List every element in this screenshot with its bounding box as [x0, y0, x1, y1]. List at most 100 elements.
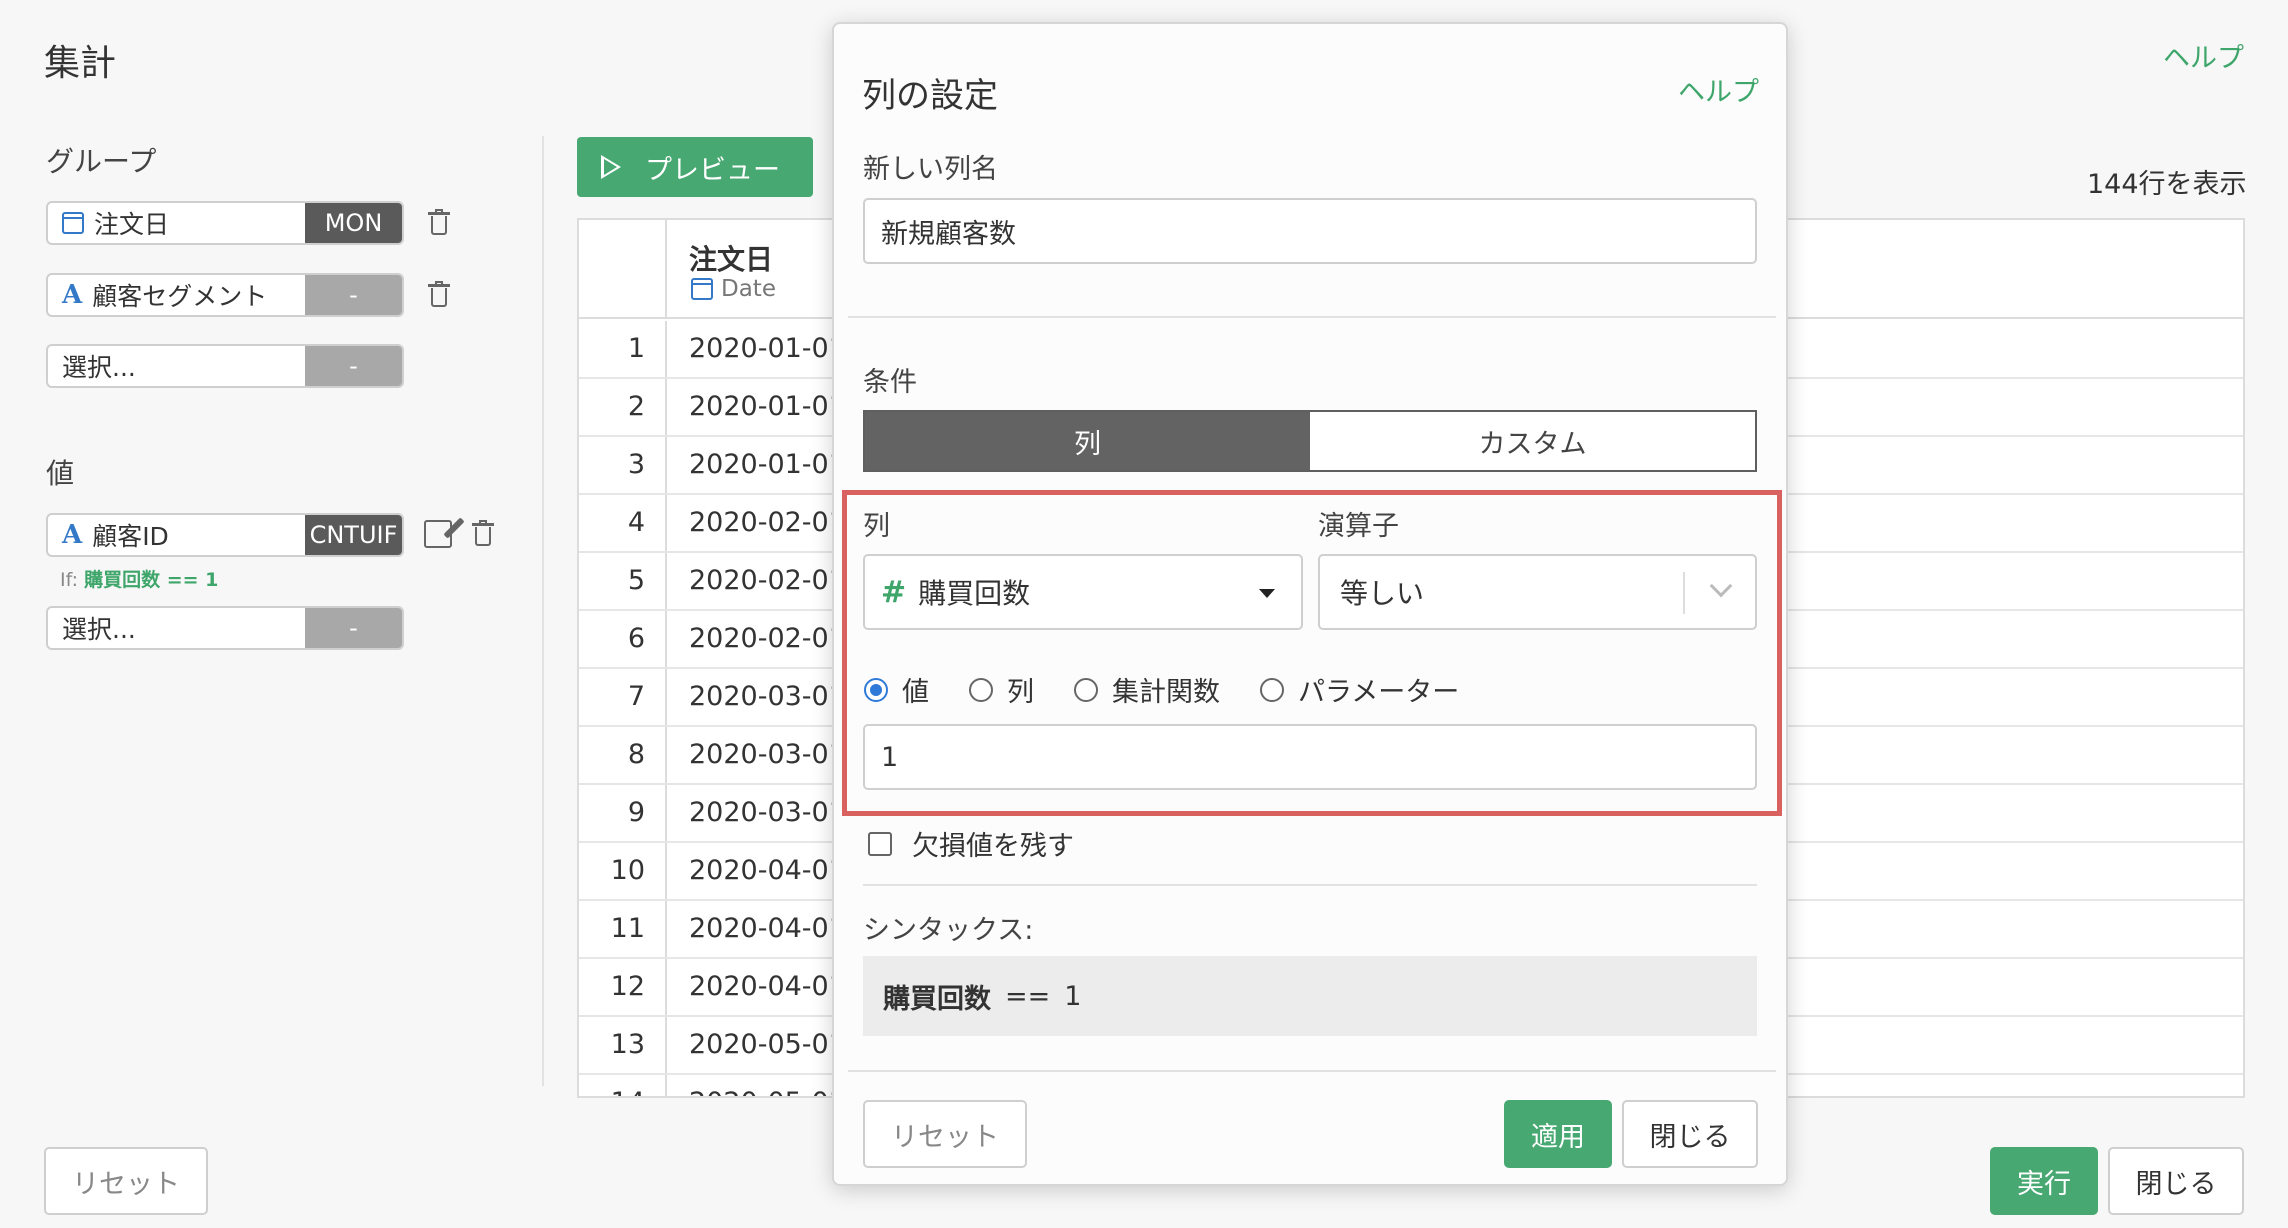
reset-button[interactable]: リセット	[44, 1147, 208, 1215]
text-type-icon: A	[62, 280, 83, 310]
keep-na-checkbox-row[interactable]: 欠損値を残す	[868, 824, 1074, 863]
run-button[interactable]: 実行	[1990, 1147, 2098, 1215]
group-section-label: グループ	[46, 145, 157, 178]
cell-value: 2020-01-01	[689, 333, 846, 364]
play-icon	[601, 155, 621, 179]
radio-column[interactable]: 列	[969, 670, 1034, 709]
column-label: 列	[863, 511, 890, 542]
row-count: 144行を表示	[2087, 169, 2247, 200]
column-settings-modal: 列の設定 ヘルプ 新しい列名 新規顧客数 条件 列 カスタム 列 演算子 # 購…	[832, 22, 1788, 1186]
group-item-customer-segment[interactable]: A 顧客セグメント -	[46, 273, 404, 317]
number-type-icon: #	[881, 574, 907, 610]
keep-na-checkbox[interactable]	[868, 831, 892, 856]
cell-value: 2020-02-01	[689, 565, 846, 596]
value-agg-button[interactable]: CNTUIF	[305, 515, 402, 555]
chevron-down-icon	[1709, 574, 1733, 598]
group-item-label: 注文日	[94, 210, 170, 239]
new-column-name-label: 新しい列名	[863, 154, 998, 185]
cell-value: 2020-03-01	[689, 739, 846, 770]
syntax-label: シンタックス:	[863, 915, 1034, 946]
value-item-customer-id[interactable]: A 顧客ID CNTUIF	[46, 513, 404, 557]
tab-column[interactable]: 列	[865, 412, 1310, 470]
row-index: 13	[579, 1017, 667, 1073]
row-index: 1	[579, 321, 667, 377]
row-index: 8	[579, 727, 667, 783]
modal-reset-button[interactable]: リセット	[863, 1100, 1027, 1168]
row-index: 9	[579, 785, 667, 841]
cell-value: 2020-01-01	[689, 391, 846, 422]
group-select-agg[interactable]: -	[305, 346, 402, 386]
cell-value: 2020-05-01	[689, 1075, 846, 1096]
value-section-label: 値	[46, 457, 75, 490]
radio-parameter[interactable]: パラメーター	[1260, 670, 1459, 709]
cell-value: 2020-02-01	[689, 507, 846, 538]
radio-value[interactable]: 値	[864, 670, 929, 709]
value-condition-note: If: 購買回数 == 1	[60, 569, 219, 591]
column-select[interactable]: # 購買回数	[863, 554, 1303, 630]
radio-button[interactable]	[1260, 677, 1284, 702]
operator-select[interactable]: 等しい	[1318, 554, 1757, 630]
cell-value: 2020-04-01	[689, 855, 846, 886]
cell-value: 2020-02-01	[689, 623, 846, 654]
operator-label: 演算子	[1318, 511, 1399, 542]
modal-close-button[interactable]: 閉じる	[1622, 1100, 1758, 1168]
syntax-preview: 購買回数 == 1	[863, 956, 1757, 1036]
close-button[interactable]: 閉じる	[2108, 1147, 2244, 1215]
trash-icon[interactable]	[428, 209, 450, 236]
row-index: 6	[579, 611, 667, 667]
condition-mode-tabs: 列 カスタム	[863, 410, 1757, 472]
radio-button[interactable]	[969, 677, 993, 702]
row-index: 2	[579, 379, 667, 435]
group-item-label: 顧客セグメント	[92, 282, 268, 311]
panel-divider	[542, 136, 544, 1086]
row-index: 5	[579, 553, 667, 609]
cell-value: 2020-05-01	[689, 1029, 846, 1060]
value-select[interactable]: 選択... -	[46, 606, 404, 650]
trash-icon[interactable]	[428, 281, 450, 308]
row-index: 10	[579, 843, 667, 899]
group-item-order-date[interactable]: 注文日 MON	[46, 201, 404, 245]
group-select-placeholder: 選択...	[62, 353, 136, 382]
cell-value: 2020-01-01	[689, 449, 846, 480]
row-index: 3	[579, 437, 667, 493]
value-type-radios: 値 列 集計関数 パラメーター	[864, 670, 1499, 709]
column-header-type: Date	[691, 276, 776, 302]
help-link[interactable]: ヘルプ	[2163, 36, 2244, 75]
apply-button[interactable]: 適用	[1504, 1100, 1612, 1168]
radio-aggregate[interactable]: 集計関数	[1074, 670, 1220, 709]
text-type-icon: A	[62, 520, 83, 550]
calendar-icon	[691, 278, 713, 300]
modal-help-link[interactable]: ヘルプ	[1678, 70, 1759, 109]
modal-divider	[863, 884, 1757, 886]
cell-value: 2020-03-01	[689, 681, 846, 712]
preview-button[interactable]: プレビュー	[577, 137, 813, 197]
group-select[interactable]: 選択... -	[46, 344, 404, 388]
new-column-name-input[interactable]: 新規顧客数	[863, 198, 1757, 264]
cell-value: 2020-04-01	[689, 971, 846, 1002]
caret-down-icon	[1259, 589, 1275, 598]
tab-custom[interactable]: カスタム	[1310, 412, 1755, 470]
group-agg-button[interactable]: MON	[305, 203, 402, 243]
value-select-agg[interactable]: -	[305, 608, 402, 648]
column-header-name[interactable]: 注文日	[689, 238, 773, 278]
modal-divider	[848, 316, 1776, 318]
radio-button[interactable]	[1074, 677, 1098, 702]
calendar-icon	[62, 212, 84, 234]
value-input[interactable]: 1	[863, 724, 1757, 790]
row-index: 14	[579, 1075, 667, 1096]
modal-divider	[848, 1070, 1776, 1072]
cell-value: 2020-03-01	[689, 797, 846, 828]
condition-label: 条件	[863, 367, 917, 398]
radio-button[interactable]	[864, 677, 888, 702]
row-index: 12	[579, 959, 667, 1015]
value-item-label: 顧客ID	[92, 522, 169, 551]
group-agg-button[interactable]: -	[305, 275, 402, 315]
trash-icon[interactable]	[472, 520, 494, 547]
value-select-placeholder: 選択...	[62, 615, 136, 644]
row-index: 7	[579, 669, 667, 725]
row-index: 11	[579, 901, 667, 957]
cell-value: 2020-04-01	[689, 913, 846, 944]
row-index: 4	[579, 495, 667, 551]
edit-icon[interactable]	[424, 520, 452, 548]
modal-title: 列の設定	[862, 76, 998, 116]
